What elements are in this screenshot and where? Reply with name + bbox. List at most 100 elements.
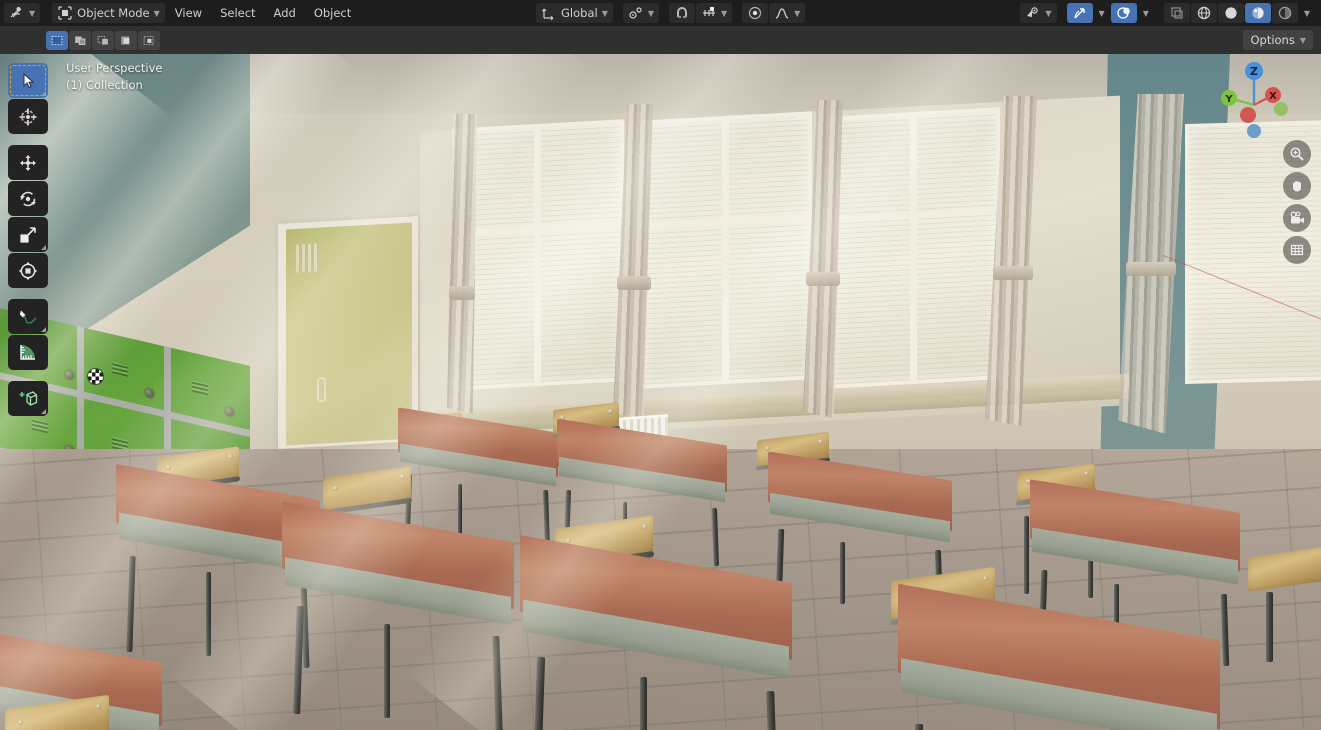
overlays-options[interactable]: ▼ [1138,3,1154,23]
toolbar-left [8,63,48,416]
mode-label: Object Mode [77,6,150,20]
proportional-editing-icon [749,6,762,20]
xray-toggle-icon [1171,7,1183,19]
desk-r1-c2 [520,535,840,730]
tool-measure[interactable] [8,335,48,370]
object-visibility-icon [1027,7,1039,17]
chevron-down-icon: ▼ [1098,9,1105,18]
3d-cursor-crosshair-icon [88,369,103,384]
select-mode-invert[interactable] [115,30,137,50]
select-mode-extend[interactable] [69,30,91,50]
scale-icon [20,226,36,243]
editor-type-selector[interactable]: ▼ [4,3,41,23]
locker-vent [32,418,48,434]
shading-solid-button[interactable] [1217,3,1244,23]
tool-rotate[interactable] [8,181,48,216]
overlays-toggle[interactable] [1110,3,1137,23]
rotate-icon [20,191,36,206]
curtain-tie-4 [993,266,1033,280]
door-handle [317,376,326,403]
tool-transform[interactable] [8,253,48,288]
locker-knob [145,387,154,399]
transform-orientation-selector[interactable]: Global ▼ [536,3,613,23]
3d-cursor-icon [19,108,37,125]
select-tweak-icon [51,35,63,45]
pan-button[interactable] [1283,172,1311,200]
proportional-falloff-selector[interactable]: ▼ [769,3,806,23]
rendered-shading-icon [1278,6,1292,20]
shading-wireframe-button[interactable] [1190,3,1217,23]
chevron-down-icon: ▼ [647,9,654,18]
snap-increment-icon [703,7,715,16]
pivot-point-icon [629,7,642,19]
select-mode-tweak[interactable] [46,30,68,50]
snap-target-selector[interactable]: ▼ [696,3,733,23]
curtain-tie-2 [617,276,651,290]
view-name-label: User Perspective [66,61,163,75]
tool-add-cube[interactable] [8,381,48,416]
select-mode-intersect[interactable] [138,30,160,50]
svg-text:Y: Y [1224,94,1233,105]
chevron-down-icon: ▼ [29,9,36,18]
locker-vent [112,362,128,377]
camera-view-button[interactable] [1283,204,1311,232]
locker-knob [225,406,234,418]
zoom-button[interactable] [1283,140,1311,168]
proportional-editing-toggle[interactable] [742,3,769,23]
menu-add[interactable]: Add [266,3,304,23]
navigation-gizmo[interactable]: X Y Z [1211,57,1297,143]
viewport-info-overlay: User Perspective (1) Collection [66,60,162,94]
tool-annotate[interactable] [8,299,48,334]
material-preview-icon [1252,7,1264,19]
options-label: Options [1250,33,1295,47]
menu-view[interactable]: View [167,3,210,23]
toggle-ortho-button[interactable] [1283,236,1311,264]
tool-submenu-indicator [41,245,46,250]
select-extend-icon [143,35,154,45]
snap-toggle[interactable] [669,3,695,23]
tool-submenu-indicator [41,409,46,414]
shading-material-preview-button[interactable] [1244,3,1271,23]
viewport-header: ▼ Object Mode ▼ View Select Add Object G… [0,0,1321,26]
chevron-down-icon: ▼ [1142,9,1149,18]
classroom-scene-render [0,54,1321,730]
menu-object[interactable]: Object [306,3,359,23]
axis-gizmo-icon: X Y Z [1221,62,1288,138]
overlays-icon [1117,7,1130,19]
select-mode-group [46,30,160,50]
tool-select-box[interactable] [8,63,48,98]
tool-move[interactable] [8,145,48,180]
gizmo-icon [1073,8,1085,19]
xray-toggle[interactable] [1163,3,1190,23]
door-vent [296,243,318,273]
3d-viewport[interactable]: User Perspective (1) Collection X Y Z [0,54,1321,730]
object-visibility-selector[interactable]: ▼ [1020,3,1057,23]
shading-rendered-button[interactable] [1271,3,1298,23]
select-box-icon [75,35,86,45]
zoom-magnifier-icon [1290,147,1304,161]
curtain-tie-1 [449,286,475,300]
pencil-annotate-icon [19,310,37,324]
select-mode-subtract[interactable] [92,30,114,50]
desk-r1-c3 [898,583,1238,730]
smooth-falloff-icon [775,8,789,19]
tool-scale[interactable] [8,217,48,252]
chevron-down-icon: ▼ [153,9,160,18]
orientation-axis-icon [542,8,554,21]
window-3-mullion-v [910,111,917,385]
chair-foreground-left [0,694,180,730]
chevron-down-icon: ▼ [721,9,728,18]
window-1-mullion-v [534,123,541,387]
options-dropdown[interactable]: Options ▼ [1243,30,1313,50]
tool-cursor[interactable] [8,99,48,134]
viewport-nav-buttons [1283,140,1311,264]
mode-selector[interactable]: Object Mode ▼ [52,3,165,23]
shading-options[interactable]: ▼ [1299,3,1315,23]
grid-perspective-icon [1290,244,1304,256]
gizmo-toggle[interactable] [1066,3,1093,23]
pivot-point-selector[interactable]: ▼ [622,3,659,23]
object-mode-icon [58,6,72,20]
window-2-mullion-v [722,115,729,385]
menu-select[interactable]: Select [212,3,263,23]
gizmo-options[interactable]: ▼ [1094,3,1110,23]
